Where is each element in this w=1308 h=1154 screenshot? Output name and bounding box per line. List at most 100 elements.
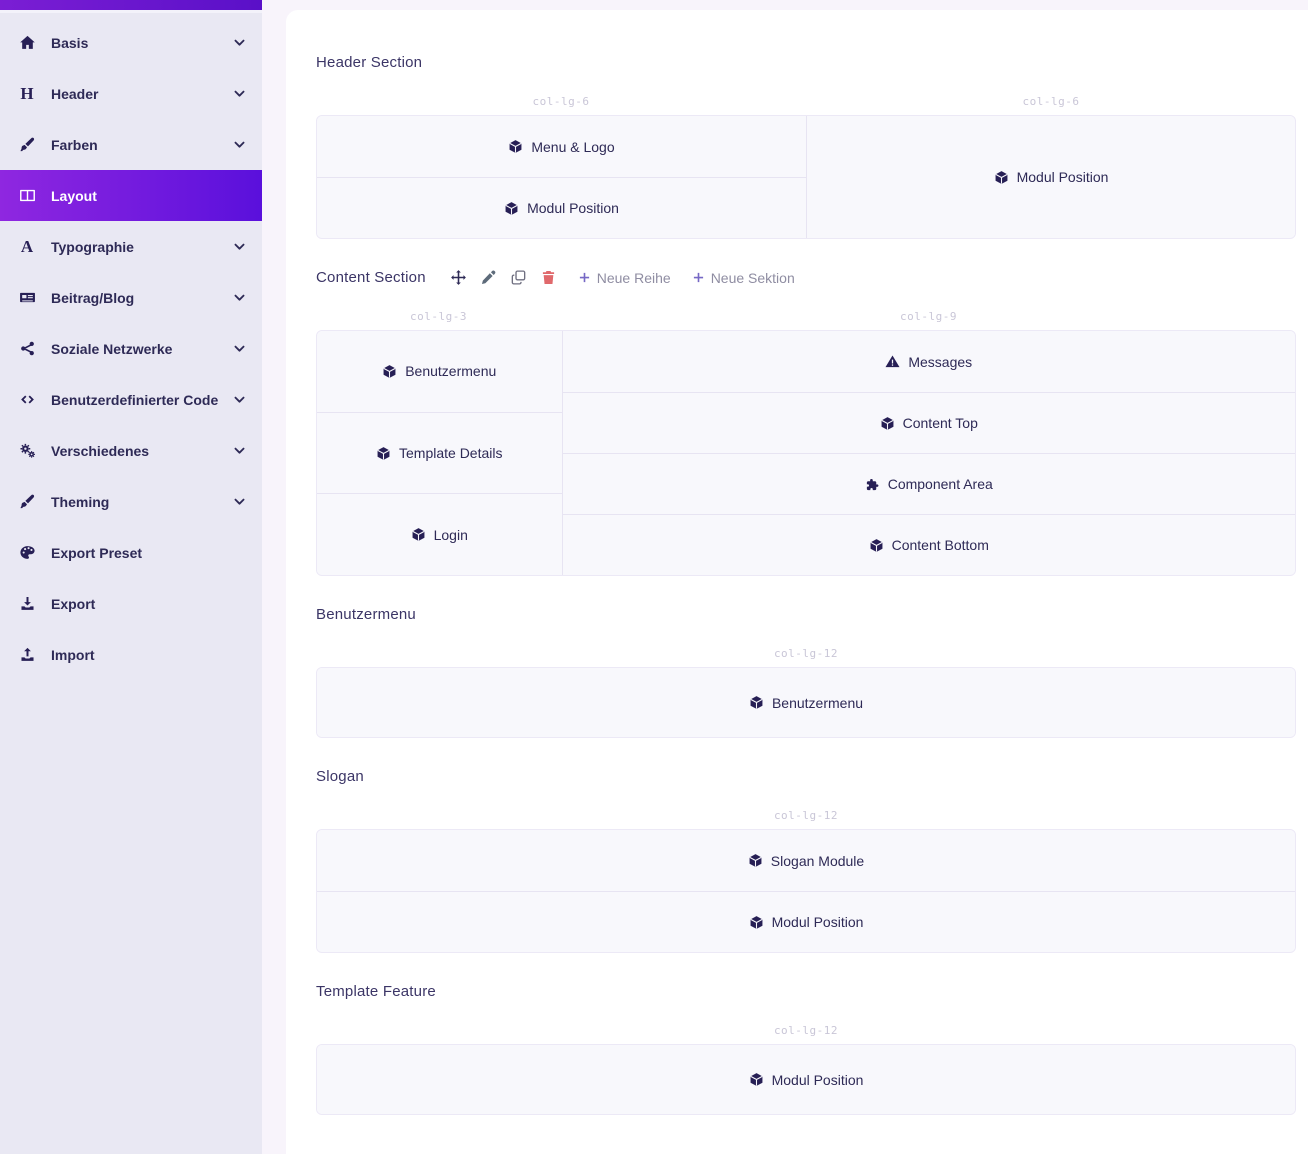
module-position-label: Modul Position [527,200,619,216]
section-title-row: Slogan [316,768,1296,785]
module-position-cell-modul-position[interactable]: Modul Position [807,116,1295,238]
module-position-label: Content Bottom [892,537,989,553]
sidebar-item-beitrag-blog[interactable]: Beitrag/Blog [0,272,262,323]
cube-icon [748,853,763,868]
layout-grid: Menu & Logo Modul Position Modul Position [316,115,1296,239]
sidebar-item-export[interactable]: Export [0,578,262,629]
sidebar-item-farben[interactable]: Farben [0,119,262,170]
sidebar-item-label: Import [51,647,95,663]
chevron-down-icon [233,444,246,457]
sidebar-item-theming[interactable]: Theming [0,476,262,527]
section-title: Content Section [316,269,426,286]
column-labels-row: col-lg-3col-lg-9 [316,310,1296,323]
sidebar-item-soziale-netzwerke[interactable]: Soziale Netzwerke [0,323,262,374]
section-title: Header Section [316,54,422,71]
section-title: Benutzermenu [316,606,416,623]
palette-icon [16,544,38,561]
column-size-label: col-lg-9 [561,310,1296,323]
module-position-cell-modul-position[interactable]: Modul Position [317,1045,1295,1114]
grid-column: BenutzermenuTemplate Details Login [317,331,562,575]
layout-grid: Benutzermenu [316,667,1296,738]
sidebar-item-label: Theming [51,494,109,510]
trash-icon[interactable] [540,269,557,286]
chevron-down-icon [233,138,246,151]
sidebar-item-label: Typographie [51,239,134,255]
cube-icon [749,915,764,930]
module-position-cell-template-details[interactable]: Template Details [317,412,562,494]
column-labels-row: col-lg-6col-lg-6 [316,95,1296,108]
module-position-cell-content-bottom[interactable]: Content Bottom [563,514,1296,575]
cube-icon [376,446,391,461]
share-icon [16,340,38,357]
sidebar-item-label: Benutzerdefinierter Code [51,392,218,408]
sidebar-item-benutzerdefinierter-code[interactable]: Benutzerdefinierter Code [0,374,262,425]
download-icon [16,595,38,612]
sidebar-item-label: Farben [51,137,98,153]
module-position-cell-messages[interactable]: Messages [563,331,1296,392]
section-title: Template Feature [316,983,436,1000]
pencil-icon[interactable] [480,269,497,286]
module-position-cell-login[interactable]: Login [317,493,562,575]
section-header-section: Header Section col-lg-6col-lg-6 Menu & Log… [316,54,1296,239]
module-position-cell-menu-logo[interactable]: Menu & Logo [317,116,806,177]
sidebar-item-basis[interactable]: Basis [0,17,262,68]
sidebar-item-export-preset[interactable]: Export Preset [0,527,262,578]
section-title-row: Benutzermenu [316,606,1296,623]
column-size-label: col-lg-12 [316,647,1296,660]
cube-icon [749,1072,764,1087]
plus-icon [578,271,591,284]
chevron-down-icon [233,495,246,508]
sidebar-item-verschiedenes[interactable]: Verschiedenes [0,425,262,476]
module-position-label: Component Area [888,476,993,492]
brush-icon [16,493,38,510]
sidebar-item-header[interactable]: HHeader [0,68,262,119]
puzzle-icon [865,477,880,492]
plus-icon [692,271,705,284]
grid-column: Modul Position [317,1045,1295,1114]
sidebar-item-label: Export Preset [51,545,142,561]
columns-icon [16,187,38,204]
layout-grid: BenutzermenuTemplate Details Login Message… [316,330,1296,576]
cube-icon [382,364,397,379]
letter-a-icon: A [16,238,38,255]
chevron-down-icon [233,240,246,253]
section-slogan: Slogancol-lg-12Slogan ModuleModul Positi… [316,768,1296,953]
cube-icon [411,527,426,542]
module-position-cell-benutzermenu[interactable]: Benutzermenu [317,331,562,412]
newspaper-icon [16,289,38,306]
action-label: Neue Reihe [597,270,671,286]
sidebar-item-label: Header [51,86,98,102]
module-position-label: Benutzermenu [772,695,863,711]
grid-column: Benutzermenu [317,668,1295,737]
grid-column: Slogan Module Modul Position [317,830,1295,952]
column-size-label: col-lg-12 [316,1024,1296,1037]
chevron-down-icon [233,342,246,355]
sidebar-item-typographie[interactable]: A Typographie [0,221,262,272]
sidebar-item-label: Beitrag/Blog [51,290,134,306]
module-position-cell-content-top[interactable]: Content Top [563,392,1296,453]
module-position-cell-modul-position[interactable]: Modul Position [317,891,1295,952]
sidebar: BasisHHeader Farben Layout A Typographie Beit… [0,0,262,1154]
main-area: Header Section col-lg-6col-lg-6 Menu & Log… [262,0,1308,1154]
sidebar-item-import[interactable]: Import [0,629,262,680]
sidebar-item-label: Export [51,596,95,612]
module-position-label: Login [434,527,468,543]
module-position-cell-component-area[interactable]: Component Area [563,453,1296,514]
action-neue-sektion[interactable]: Neue Sektion [692,270,795,286]
cube-icon [749,695,764,710]
module-position-cell-benutzermenu[interactable]: Benutzermenu [317,668,1295,737]
sidebar-item-layout[interactable]: Layout [0,170,262,221]
module-position-cell-modul-position[interactable]: Modul Position [317,177,806,238]
move-icon[interactable] [450,269,467,286]
module-position-label: Menu & Logo [531,139,614,155]
copy-icon[interactable] [510,269,527,286]
section-toolbar: Neue Reihe Neue Sektion [450,269,795,286]
module-position-cell-slogan-module[interactable]: Slogan Module [317,830,1295,891]
column-labels-row: col-lg-12 [316,1024,1296,1037]
action-neue-reihe[interactable]: Neue Reihe [578,270,671,286]
chevron-down-icon [233,291,246,304]
module-position-label: Modul Position [772,914,864,930]
grid-column: Modul Position [806,116,1295,238]
section-title: Slogan [316,768,364,785]
column-size-label: col-lg-3 [316,310,561,323]
